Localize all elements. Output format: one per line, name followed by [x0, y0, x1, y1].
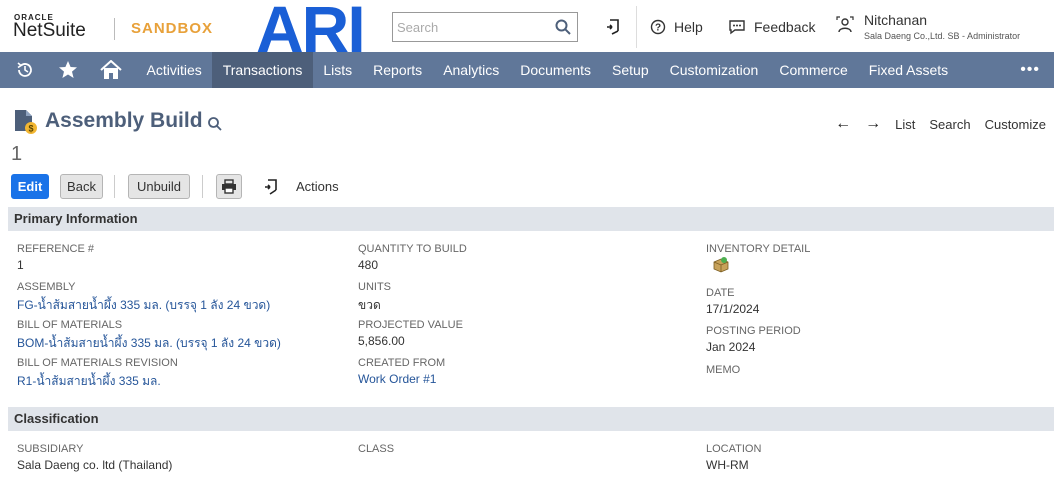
units-value: ขวด — [358, 298, 381, 312]
svg-text:$: $ — [28, 124, 33, 134]
created-from-link[interactable]: Work Order #1 — [358, 372, 436, 386]
actions-icon[interactable] — [263, 178, 281, 196]
nav-transactions[interactable]: Transactions — [212, 52, 313, 88]
bom-revision-label: BILL OF MATERIALS REVISION — [17, 357, 178, 369]
back-button[interactable]: Back — [60, 174, 103, 199]
record-nav-links: ← → List Search Customize — [835, 115, 1046, 133]
next-record-arrow-icon[interactable]: → — [865, 115, 881, 133]
created-from-label: CREATED FROM — [358, 357, 446, 369]
subsidiary-label: SUBSIDIARY — [17, 443, 84, 455]
nav-customization[interactable]: Customization — [659, 52, 769, 88]
global-header: ORACLE NetSuite SANDBOX ARI ? Help Feedb… — [0, 0, 1054, 52]
print-button[interactable] — [216, 174, 242, 199]
projected-value-label: PROJECTED VALUE — [358, 319, 463, 331]
search-link[interactable]: Search — [929, 117, 970, 132]
page-title: Assembly Build — [45, 109, 203, 132]
previous-record-arrow-icon[interactable]: ← — [835, 115, 851, 133]
nav-activities[interactable]: Activities — [136, 52, 212, 88]
main-nav: Activities Transactions Lists Reports An… — [0, 52, 1054, 88]
customize-link[interactable]: Customize — [985, 117, 1046, 132]
netsuite-logo-text[interactable]: NetSuite — [13, 20, 86, 42]
quantity-label: QUANTITY TO BUILD — [358, 243, 467, 255]
nav-documents[interactable]: Documents — [510, 52, 602, 88]
location-value: WH-RM — [706, 458, 749, 472]
primary-information-header[interactable]: Primary Information — [8, 207, 1054, 231]
date-label: DATE — [706, 287, 735, 299]
bom-link[interactable]: BOM-น้ำส้มสายน้ำผึ้ง 335 มล. (บรรจุ 1 ลั… — [17, 334, 281, 353]
ari-logo: ARI — [256, 0, 366, 52]
unbuild-button[interactable]: Unbuild — [128, 174, 190, 199]
help-icon: ? — [650, 19, 666, 35]
print-icon — [222, 179, 236, 194]
bom-label: BILL OF MATERIALS — [17, 319, 123, 331]
nav-reports[interactable]: Reports — [363, 52, 433, 88]
classification-header[interactable]: Classification — [8, 407, 1054, 431]
quantity-value: 480 — [358, 258, 379, 272]
feedback-icon — [729, 20, 745, 35]
units-label: UNITS — [358, 281, 391, 293]
nav-recent[interactable] — [0, 52, 50, 88]
nav-setup[interactable]: Setup — [602, 52, 660, 88]
user-role: Sala Daeng Co.,Ltd. SB - Administrator — [864, 31, 1021, 41]
date-value: 17/1/2024 — [706, 302, 760, 316]
projected-value: 5,856.00 — [358, 334, 405, 348]
nav-favorites[interactable] — [50, 52, 86, 88]
record-number: 1 — [11, 143, 23, 165]
actions-menu[interactable]: Actions — [296, 179, 339, 194]
ari-logo-text: ARI — [256, 0, 364, 52]
posting-period-value: Jan 2024 — [706, 340, 756, 354]
search-input[interactable] — [393, 13, 543, 41]
nav-home[interactable] — [86, 52, 136, 88]
feedback-link[interactable]: Feedback — [728, 19, 815, 35]
header-divider — [636, 6, 637, 48]
global-search[interactable] — [392, 12, 578, 42]
nav-lists[interactable]: Lists — [313, 52, 363, 88]
star-icon — [59, 61, 77, 78]
memo-label: MEMO — [706, 364, 741, 376]
nav-more-button[interactable]: ••• — [1020, 52, 1040, 88]
nav-analytics[interactable]: Analytics — [433, 52, 510, 88]
button-divider — [202, 175, 203, 198]
svg-text:?: ? — [655, 23, 661, 34]
feedback-label: Feedback — [754, 19, 816, 35]
history-icon — [17, 62, 32, 77]
bom-revision-link[interactable]: R1-น้ำส้มสายน้ำผึ้ง 335 มล. — [17, 372, 161, 391]
inventory-detail-icon[interactable] — [712, 256, 730, 274]
logo-divider — [114, 18, 115, 40]
assembly-link[interactable]: FG-น้ำส้มสายน้ำผึ้ง 335 มล. (บรรจุ 1 ลัง… — [17, 296, 270, 315]
assembly-label: ASSEMBLY — [17, 281, 76, 293]
button-divider — [114, 175, 115, 198]
help-link[interactable]: ? Help — [650, 19, 703, 35]
nav-commerce[interactable]: Commerce — [769, 52, 858, 88]
search-icon[interactable] — [555, 19, 571, 35]
reference-value: 1 — [17, 258, 24, 272]
transaction-record-icon: $ — [15, 110, 37, 134]
user-name: Nitchanan — [864, 12, 928, 28]
inventory-detail-label: INVENTORY DETAIL — [706, 243, 811, 255]
help-label: Help — [674, 19, 703, 35]
posting-period-label: POSTING PERIOD — [706, 325, 801, 337]
record-search-icon[interactable] — [207, 116, 223, 132]
user-role-icon — [836, 16, 854, 33]
list-link[interactable]: List — [895, 117, 915, 132]
recent-records-icon[interactable] — [604, 17, 624, 37]
subsidiary-value: Sala Daeng co. ltd (Thailand) — [17, 458, 173, 472]
nav-fixed-assets[interactable]: Fixed Assets — [858, 52, 958, 88]
reference-label: REFERENCE # — [17, 243, 95, 255]
home-icon — [100, 60, 122, 79]
class-label: CLASS — [358, 443, 395, 455]
location-label: LOCATION — [706, 443, 762, 455]
edit-button[interactable]: Edit — [11, 174, 49, 199]
sandbox-label: SANDBOX — [131, 20, 214, 37]
